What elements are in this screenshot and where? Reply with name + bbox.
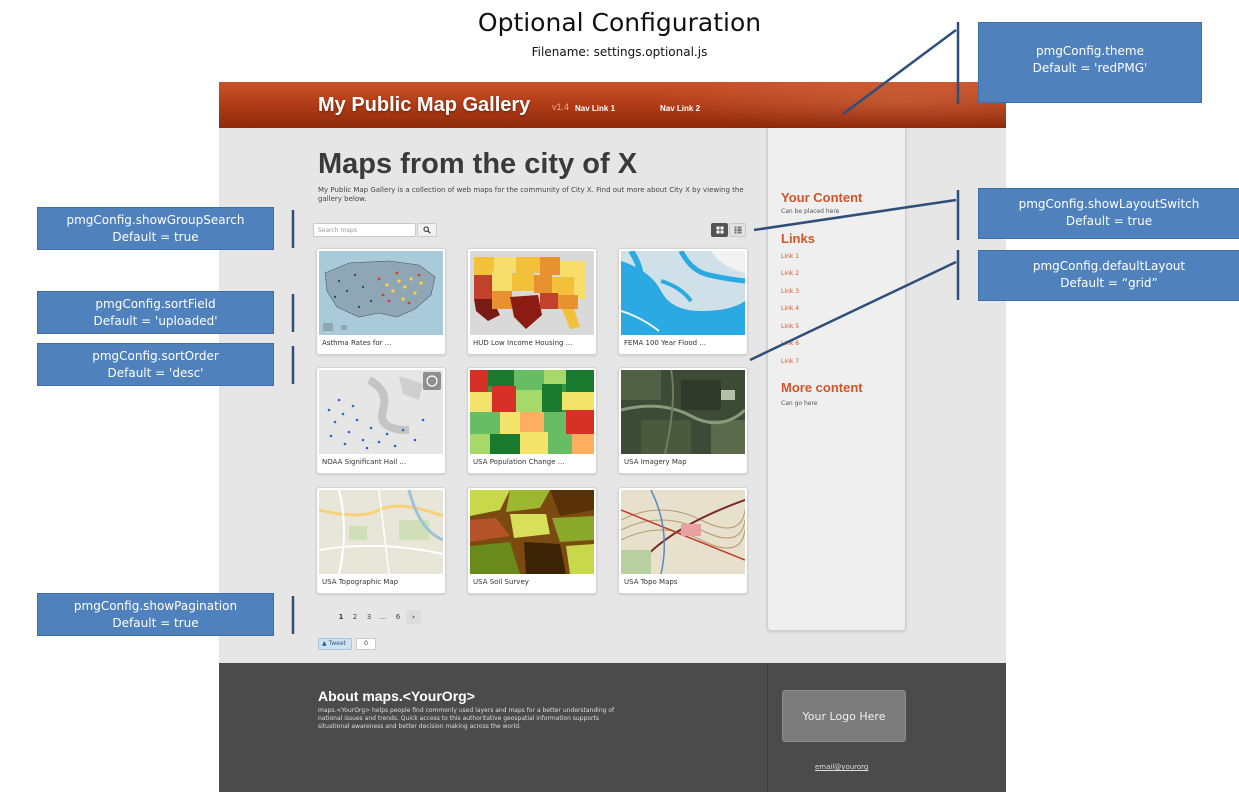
sidebar-link-4[interactable]: Link 4 [781, 305, 799, 312]
search-input[interactable]: Search maps [313, 223, 416, 237]
grid-layout-button[interactable] [711, 223, 728, 237]
card-title: USA Topographic Map [322, 578, 399, 586]
footer-text: maps.<YourOrg> helps people find commonl… [318, 707, 615, 730]
page-2[interactable]: 2 [350, 610, 360, 624]
callout-layout-switch-default: Default = true [1065, 214, 1153, 228]
list-layout-button[interactable] [729, 223, 746, 237]
footer-title: About maps.<YourOrg> [318, 688, 475, 704]
callout-layout-switch-key: pmgConfig.showLayoutSwitch [1018, 197, 1200, 211]
card-title: USA Topo Maps [624, 578, 678, 586]
callout-pagination-key: pmgConfig.showPagination [73, 599, 238, 613]
callout-theme-key: pmgConfig.theme [1035, 44, 1144, 58]
twitter-bird-icon: ▲ [322, 640, 327, 647]
page-3[interactable]: 3 [364, 610, 374, 624]
search-button[interactable] [417, 223, 437, 237]
your-content-heading: Your Content [781, 190, 863, 205]
sidebar: Your Content Can be placed here Links Li… [767, 128, 906, 631]
callout-default-layout-default: Default = “grid” [1060, 276, 1158, 290]
callout-show-pagination: pmgConfig.showPagination Default = true [37, 593, 274, 636]
top-navbar: My Public Map Gallery v1.4 Nav Link 1 Na… [219, 82, 1006, 128]
card-title: USA Population Change ... [473, 458, 565, 466]
links-heading: Links [781, 231, 815, 246]
grid-icon [716, 226, 723, 234]
gallery-page: My Public Map Gallery v1.4 Nav Link 1 Na… [219, 82, 1006, 792]
map-card[interactable]: USA Population Change ... [467, 367, 597, 474]
more-content-text: Can go here [781, 400, 818, 407]
callout-sort-order: pmgConfig.sortOrder Default = 'desc' [37, 343, 274, 386]
footer: About maps.<YourOrg> maps.<YourOrg> help… [219, 663, 1006, 792]
sidebar-link-2[interactable]: Link 2 [781, 270, 799, 277]
brand-title[interactable]: My Public Map Gallery [318, 94, 530, 117]
map-card[interactable]: NOAA Significant Hail ... [316, 367, 446, 474]
logo-placeholder: Your Logo Here [782, 690, 906, 742]
callout-sort-field-default: Default = 'uploaded' [93, 314, 218, 328]
callout-sort-field-key: pmgConfig.sortField [95, 297, 216, 311]
callout-theme-default: Default = 'redPMG' [1032, 61, 1148, 75]
layout-switch [711, 223, 747, 237]
next-page-button[interactable]: › [406, 610, 421, 624]
tweet-count: 0 [356, 638, 376, 650]
callout-group-search-default: Default = true [112, 230, 199, 244]
more-content-heading: More content [781, 380, 863, 395]
card-title: NOAA Significant Hail ... [322, 458, 407, 466]
callout-show-layout-switch: pmgConfig.showLayoutSwitch Default = tru… [978, 188, 1239, 239]
callout-sort-field: pmgConfig.sortField Default = 'uploaded' [37, 291, 274, 334]
coastal-flood-map-thumbnail [621, 251, 745, 335]
map-card[interactable]: USA Imagery Map [618, 367, 748, 474]
card-title: USA Imagery Map [624, 458, 687, 466]
tweet-button[interactable]: ▲ Tweet [318, 638, 352, 650]
sidebar-link-1[interactable]: Link 1 [781, 253, 799, 260]
intro-text: My Public Map Gallery is a collection of… [318, 186, 744, 203]
satellite-imagery-thumbnail [621, 370, 745, 454]
search-icon [423, 226, 431, 234]
map-card[interactable]: USA Topo Maps [618, 487, 748, 594]
map-card[interactable]: USA Soil Survey [467, 487, 597, 594]
page-ellipsis: ... [379, 613, 387, 621]
nav-link-1[interactable]: Nav Link 1 [575, 104, 615, 113]
card-title: USA Soil Survey [473, 578, 529, 586]
tweet-label: Tweet [328, 640, 346, 647]
topo-quad-map-thumbnail [621, 490, 745, 574]
page-6[interactable]: 6 [393, 610, 403, 624]
population-choropleth-map-thumbnail [470, 370, 594, 454]
version-label: v1.4 [552, 102, 570, 112]
your-content-text: Can be placed here [781, 208, 840, 215]
usa-points-map-thumbnail [319, 251, 443, 335]
topographic-street-map-thumbnail [319, 490, 443, 574]
sidebar-link-7[interactable]: Link 7 [781, 358, 799, 365]
map-card[interactable]: FEMA 100 Year Flood ... [618, 248, 748, 355]
callout-default-layout-key: pmgConfig.defaultLayout [1032, 259, 1186, 273]
callout-pagination-default: Default = true [112, 616, 199, 630]
soil-survey-map-thumbnail [470, 490, 594, 574]
callout-default-layout: pmgConfig.defaultLayout Default = “grid” [978, 250, 1239, 301]
footer-email-link[interactable]: email@yourorg [815, 763, 868, 771]
card-title: Asthma Rates for ... [322, 339, 392, 347]
map-card[interactable]: USA Topographic Map [316, 487, 446, 594]
list-icon [734, 226, 741, 234]
page-title: Maps from the city of X [318, 148, 638, 180]
sidebar-link-3[interactable]: Link 3 [781, 288, 799, 295]
callout-sort-order-default: Default = 'desc' [107, 366, 204, 380]
usa-choropleth-map-thumbnail [470, 251, 594, 335]
map-card[interactable]: HUD Low Income Housing ... [467, 248, 597, 355]
card-title: FEMA 100 Year Flood ... [624, 339, 707, 347]
page-1[interactable]: 1 [336, 610, 346, 624]
callout-show-group-search: pmgConfig.showGroupSearch Default = true [37, 207, 274, 250]
callout-theme: pmgConfig.theme Default = 'redPMG' [978, 22, 1202, 103]
card-title: HUD Low Income Housing ... [473, 339, 573, 347]
sidebar-link-6[interactable]: Link 6 [781, 340, 799, 347]
map-card[interactable]: Asthma Rates for ... [316, 248, 446, 355]
hail-points-map-thumbnail [319, 370, 443, 454]
nav-link-2[interactable]: Nav Link 2 [660, 104, 700, 113]
callout-group-search-key: pmgConfig.showGroupSearch [66, 213, 245, 227]
callout-sort-order-key: pmgConfig.sortOrder [92, 349, 219, 363]
sidebar-link-5[interactable]: Link 5 [781, 323, 799, 330]
footer-divider [767, 663, 768, 792]
